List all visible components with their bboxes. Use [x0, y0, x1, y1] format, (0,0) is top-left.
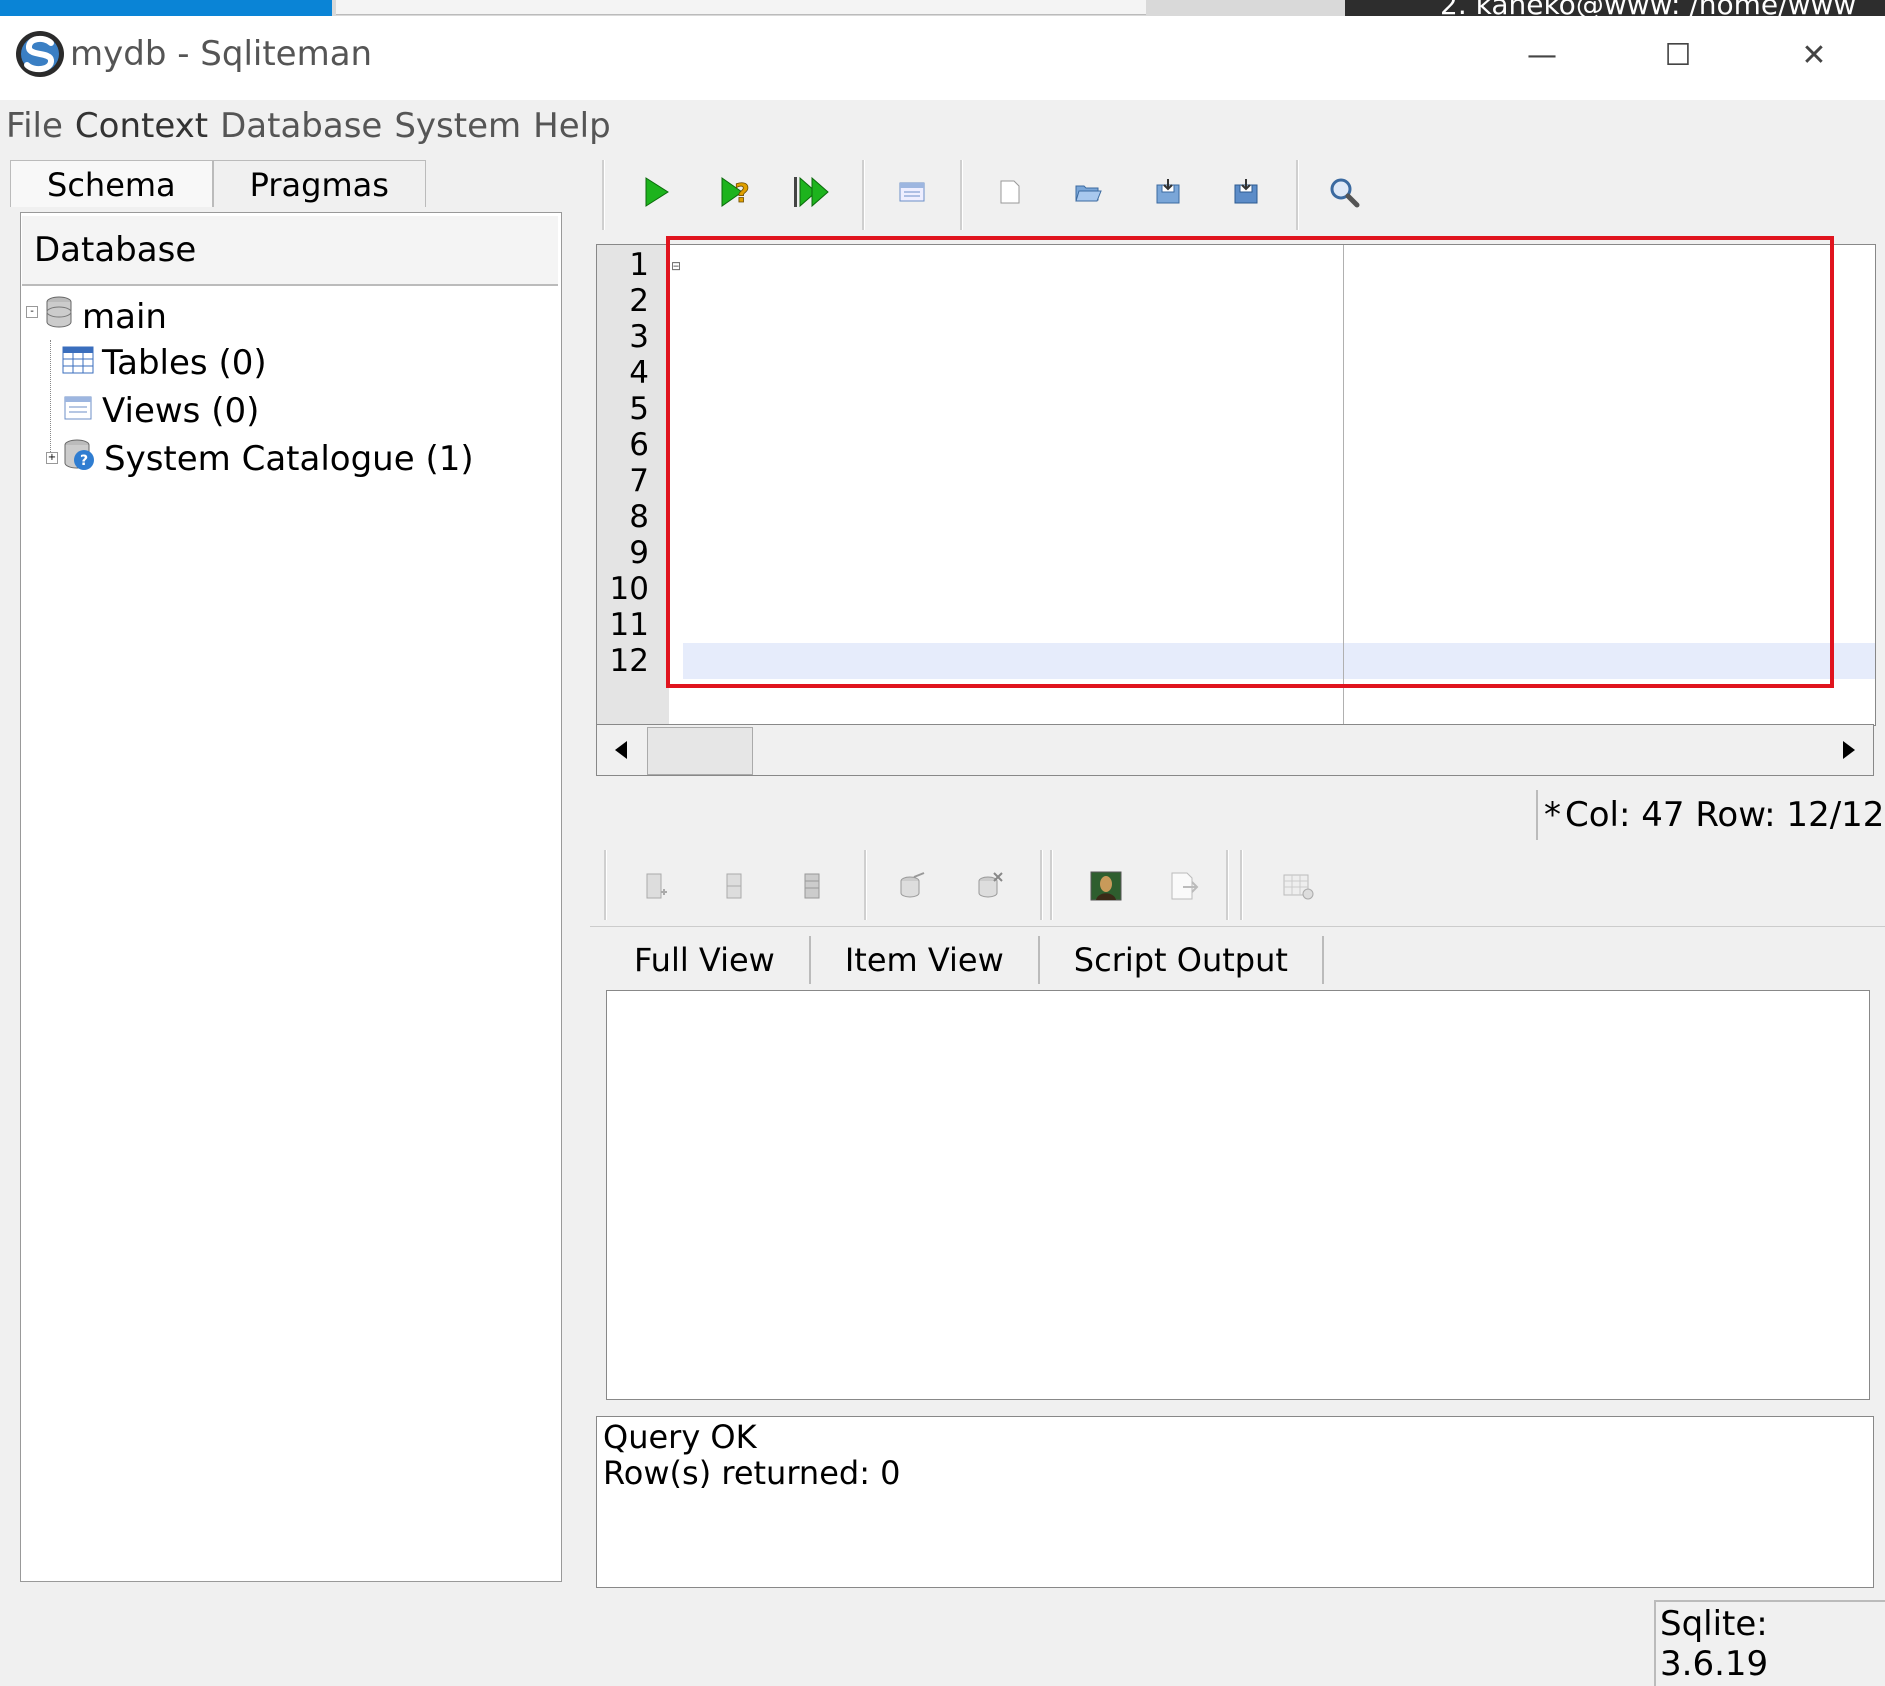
- tables-icon: [62, 343, 94, 383]
- result-tabs: Full View Item View Script Output: [600, 936, 1324, 986]
- duplicate-row-icon[interactable]: [712, 864, 756, 908]
- line-number: 9: [629, 535, 649, 571]
- save-file-icon[interactable]: [1146, 170, 1190, 214]
- line-number: 3: [629, 319, 649, 355]
- menu-database[interactable]: Database: [220, 106, 382, 146]
- scrollbar-thumb[interactable]: [647, 727, 753, 775]
- views-icon: [62, 391, 94, 431]
- toolbar-separator: [1240, 850, 1243, 920]
- sqlite-version-status: Sqlite: 3.6.19: [1654, 1600, 1885, 1686]
- toolbar-separator: [1040, 850, 1043, 920]
- toolbar-separator: [1226, 850, 1229, 920]
- close-button[interactable]: ✕: [1774, 20, 1854, 90]
- line-number: 4: [629, 355, 649, 391]
- terminal-window-tab[interactable]: 2. kaneko@www: /home/www: [1345, 0, 1885, 16]
- export-icon[interactable]: [1162, 864, 1206, 908]
- line-number: 2: [629, 283, 649, 319]
- red-highlight-box: [666, 236, 1834, 688]
- tree-expand-toggle[interactable]: +: [46, 452, 58, 464]
- remove-row-icon[interactable]: [790, 864, 834, 908]
- database-icon: [44, 296, 74, 339]
- menu-context[interactable]: Context: [75, 106, 208, 146]
- explain-query-icon[interactable]: ?: [714, 170, 758, 214]
- tree-collapse-toggle[interactable]: -: [26, 306, 38, 318]
- commit-icon[interactable]: [890, 864, 934, 908]
- line-number: 10: [609, 571, 649, 607]
- left-panel-tabs: Schema Pragmas: [10, 160, 426, 207]
- tree-item-main[interactable]: main: [44, 294, 167, 340]
- scroll-right-arrow-icon[interactable]: [1829, 729, 1869, 771]
- menu-help[interactable]: Help: [533, 106, 611, 146]
- tree-item-label: main: [82, 297, 167, 337]
- history-icon[interactable]: [890, 170, 934, 214]
- query-status-message: Query OK: [603, 1418, 757, 1456]
- modified-indicator: *: [1544, 795, 1561, 835]
- tree-item-label: System Catalogue (1): [104, 439, 474, 479]
- minimize-button[interactable]: —: [1502, 20, 1582, 90]
- save-as-icon[interactable]: [1224, 170, 1268, 214]
- tree-item-system-catalogue[interactable]: ? System Catalogue (1): [62, 436, 474, 482]
- line-number: 8: [629, 499, 649, 535]
- cursor-position-status: * Col: 47 Row: 12/12: [1536, 790, 1884, 840]
- toolbar-separator: [602, 160, 605, 230]
- sqliteman-logo-icon: [14, 28, 66, 80]
- rollback-icon[interactable]: [968, 864, 1012, 908]
- tree-item-label: Views (0): [102, 391, 260, 431]
- table-config-icon[interactable]: [1276, 864, 1320, 908]
- tree-guide-line: [50, 340, 52, 460]
- tree-item-views[interactable]: Views (0): [62, 388, 259, 434]
- tab-pragmas[interactable]: Pragmas: [212, 160, 426, 207]
- window-title: mydb - Sqliteman: [70, 34, 373, 74]
- tree-item-label: Tables (0): [102, 343, 267, 383]
- terminal-title: 2. kaneko@www: /home/www: [1440, 0, 1856, 16]
- toolbar-separator: [864, 850, 867, 920]
- line-number: 11: [609, 607, 649, 643]
- result-grid[interactable]: [606, 990, 1870, 1400]
- query-message-area[interactable]: Query OK Row(s) returned: 0: [596, 1416, 1874, 1588]
- toolbar-separator: [862, 160, 865, 230]
- cursor-position-text: Col: 47 Row: 12/12: [1565, 795, 1885, 835]
- line-number: 7: [629, 463, 649, 499]
- line-number: 1: [629, 247, 649, 283]
- rows-returned-message: Row(s) returned: 0: [603, 1454, 901, 1492]
- tab-schema[interactable]: Schema: [10, 160, 213, 207]
- tab-full-view[interactable]: Full View: [600, 936, 811, 984]
- tab-script-output[interactable]: Script Output: [1040, 936, 1324, 984]
- system-catalogue-icon: ?: [62, 438, 96, 481]
- line-number: 6: [629, 427, 649, 463]
- search-icon[interactable]: [1322, 170, 1366, 214]
- scroll-left-arrow-icon[interactable]: [601, 729, 641, 771]
- desktop-taskbar-strip: 2. kaneko@www: /home/www: [0, 0, 1885, 16]
- taskbar-window-segment: [336, 0, 1146, 15]
- toolbar-separator: [1050, 850, 1053, 920]
- tree-item-tables[interactable]: Tables (0): [62, 340, 267, 386]
- run-sql-icon[interactable]: [634, 170, 678, 214]
- tree-header-database[interactable]: Database: [22, 216, 558, 286]
- taskbar-active-segment: [0, 0, 332, 16]
- svg-text:?: ?: [80, 453, 88, 469]
- tab-item-view[interactable]: Item View: [811, 936, 1040, 984]
- menu-file[interactable]: File: [6, 106, 63, 146]
- menu-system[interactable]: System: [394, 106, 521, 146]
- open-file-icon[interactable]: [1066, 170, 1110, 214]
- run-script-icon[interactable]: [792, 170, 836, 214]
- line-number: 12: [609, 643, 649, 679]
- result-toolbar: [590, 846, 1885, 927]
- new-file-icon[interactable]: [988, 170, 1032, 214]
- menu-bar: File Context Database System Help: [0, 100, 1885, 152]
- toolbar-separator: [604, 850, 607, 920]
- toolbar-separator: [1296, 160, 1299, 230]
- line-number: 5: [629, 391, 649, 427]
- maximize-button[interactable]: ☐: [1638, 20, 1718, 90]
- blob-image-icon[interactable]: [1084, 864, 1128, 908]
- svg-text:?: ?: [734, 179, 749, 209]
- editor-horizontal-scrollbar[interactable]: [596, 724, 1874, 776]
- insert-row-icon[interactable]: [634, 864, 678, 908]
- toolbar-separator: [960, 160, 963, 230]
